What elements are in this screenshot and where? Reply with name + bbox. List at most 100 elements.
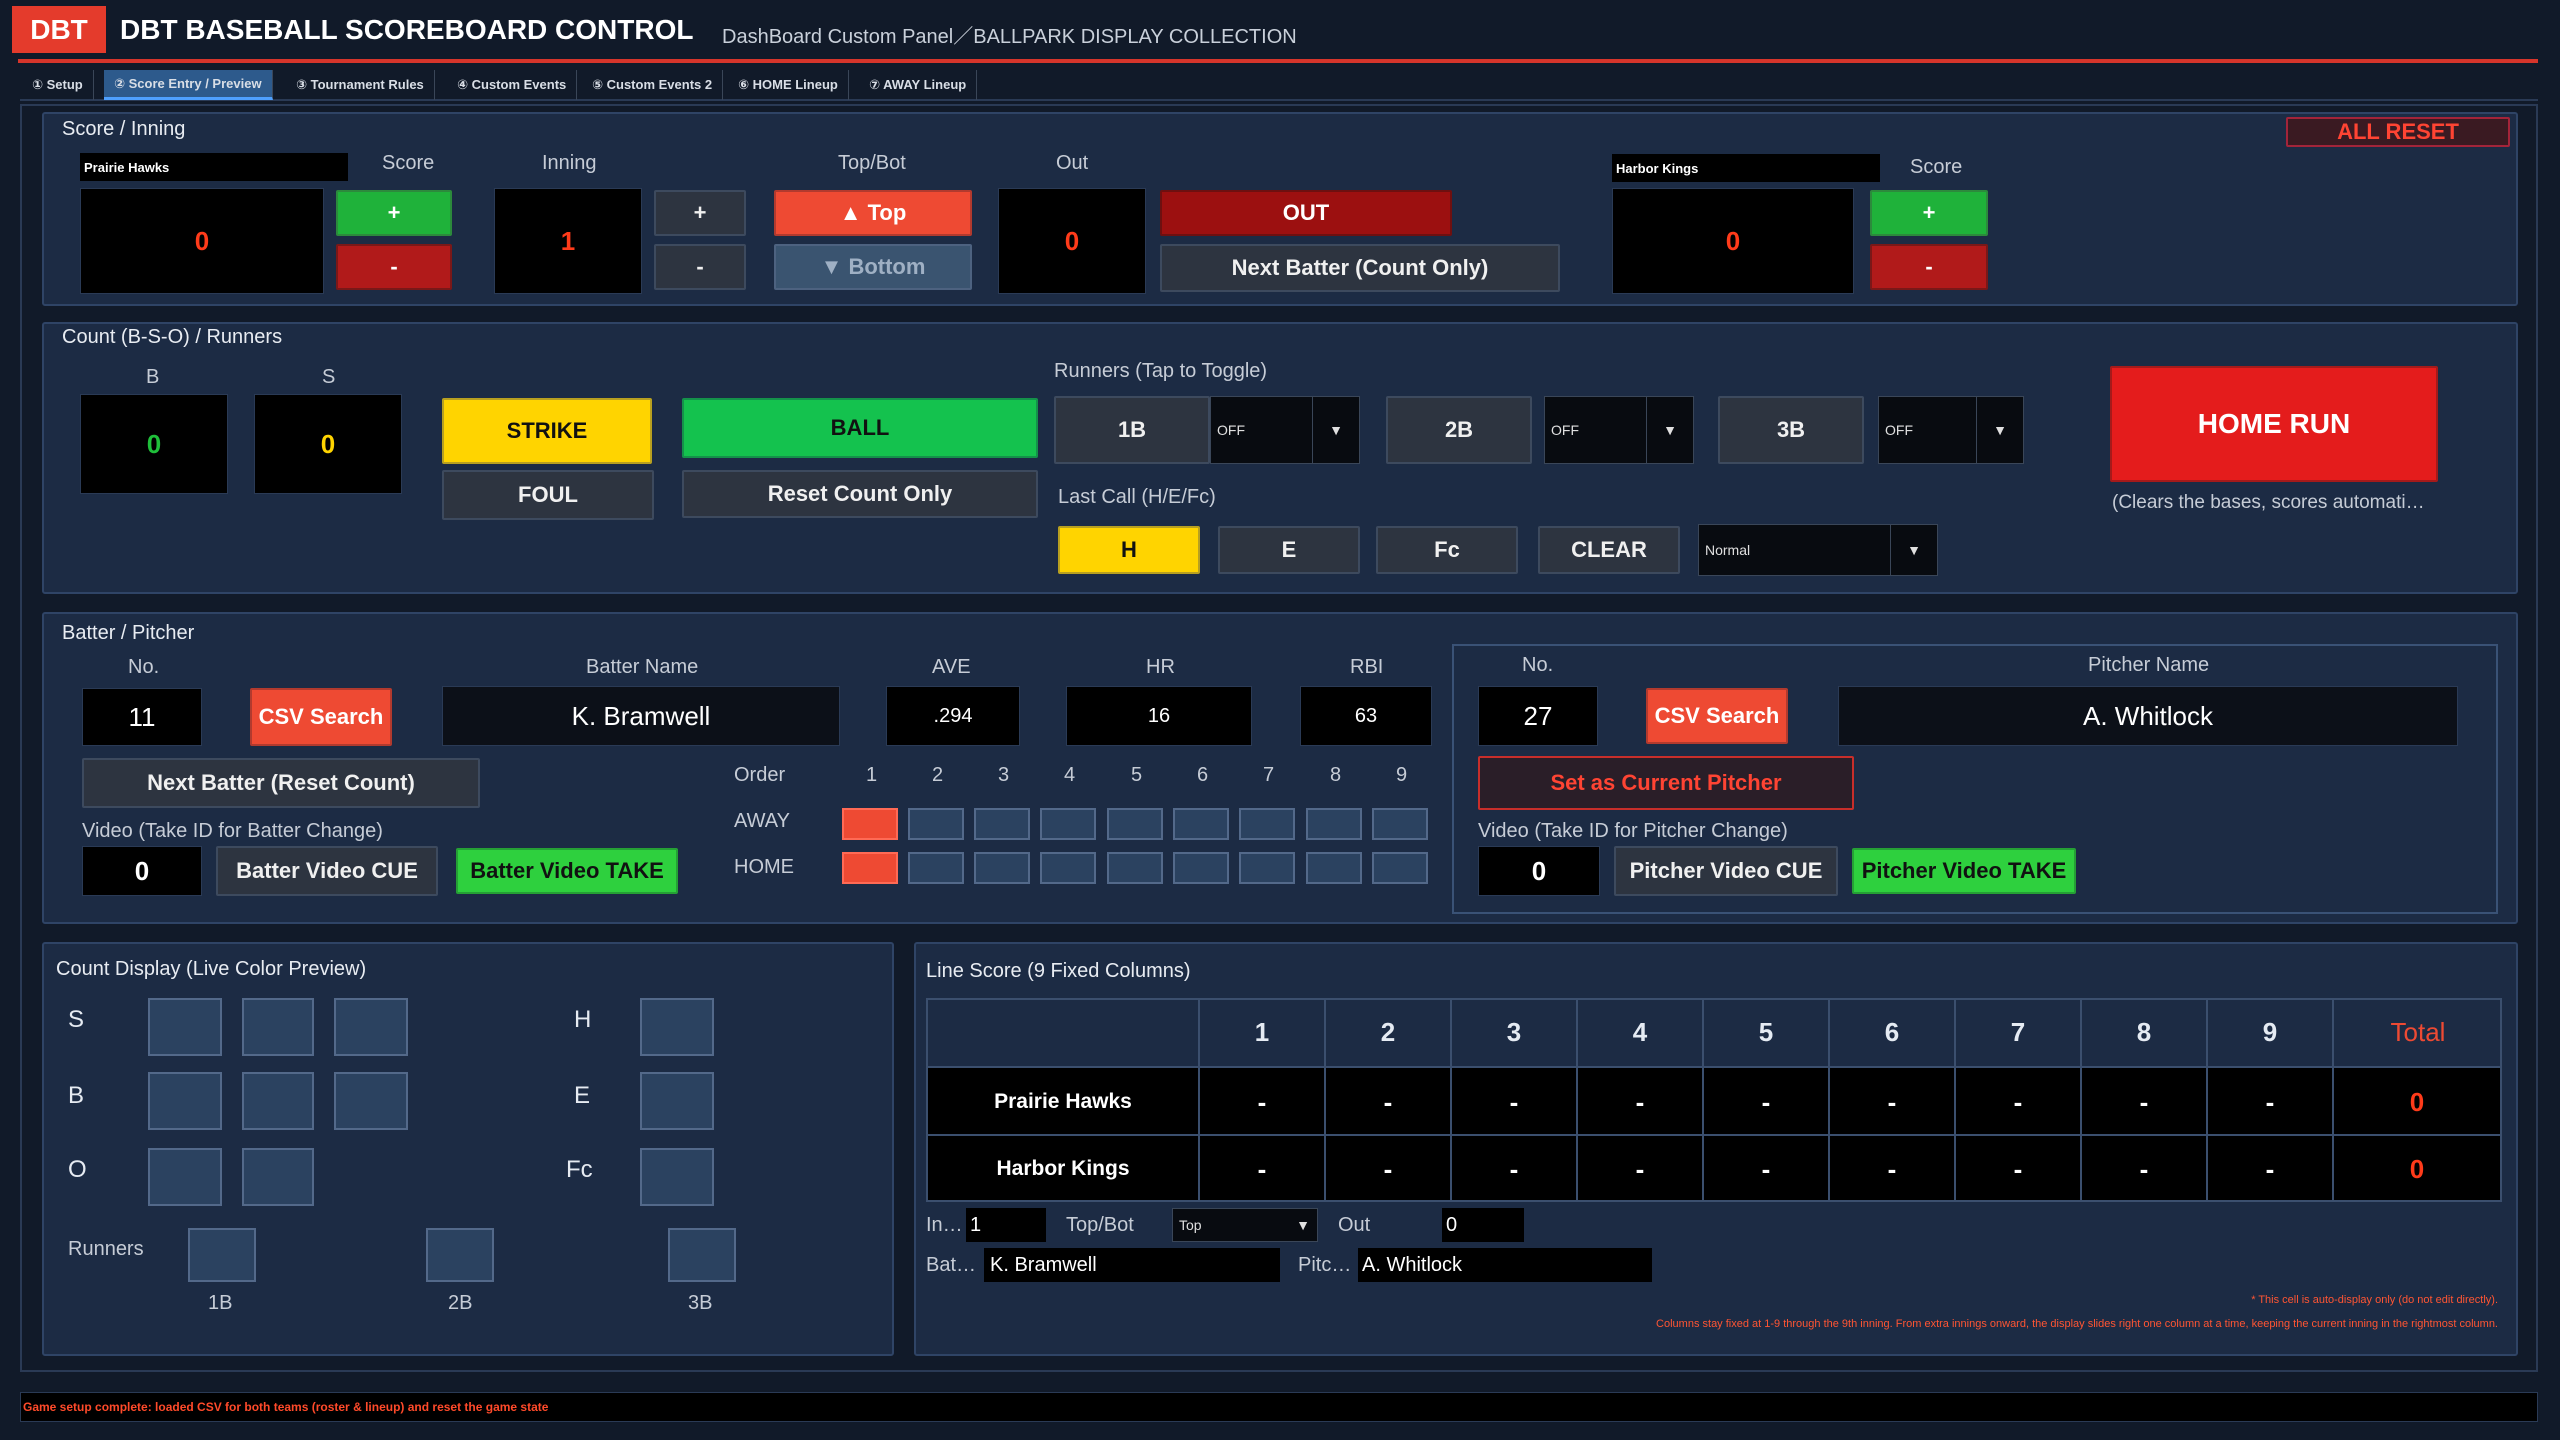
ls-pitcher-value: A. Whitlock <box>1358 1248 1652 1282</box>
away-order-slot[interactable] <box>1372 808 1428 840</box>
batter-video-cue-button[interactable]: Batter Video CUE <box>216 846 438 896</box>
runner-3b-select[interactable]: OFF ▼ <box>1878 396 2024 464</box>
ls-corner <box>926 998 1200 1068</box>
ls-team-name: Prairie Hawks <box>928 1068 1200 1136</box>
clear-button[interactable]: CLEAR <box>1538 526 1680 574</box>
batter-hr[interactable]: 16 <box>1066 686 1252 746</box>
strike-button[interactable]: STRIKE <box>442 398 652 464</box>
last-call-fc-button[interactable]: Fc <box>1376 526 1518 574</box>
home-order-slot[interactable] <box>1173 852 1229 884</box>
home-order-slot[interactable] <box>1239 852 1295 884</box>
tab-setup[interactable]: ① Setup <box>22 70 94 100</box>
away-order-slot[interactable] <box>974 808 1030 840</box>
runner-2b-button[interactable]: 2B <box>1386 396 1532 464</box>
batter-name-field[interactable]: K. Bramwell <box>442 686 840 746</box>
away-score-minus-button[interactable]: - <box>336 244 452 290</box>
ls-inning-header: 7 <box>1956 998 2082 1068</box>
last-call-h-button[interactable]: H <box>1058 526 1200 574</box>
tab-custom-events-2[interactable]: ⑤ Custom Events 2 <box>582 70 724 100</box>
strike-lamp <box>148 998 222 1056</box>
ls-run-cell: - <box>1578 1068 1704 1136</box>
runner-1b-select[interactable]: OFF ▼ <box>1210 396 1360 464</box>
ls-run-cell: - <box>2082 1068 2208 1136</box>
ls-run-cell: - <box>1704 1068 1830 1136</box>
batter-ave[interactable]: .294 <box>886 686 1020 746</box>
home-order-slot[interactable] <box>1107 852 1163 884</box>
next-batter-reset-button[interactable]: Next Batter (Reset Count) <box>82 758 480 808</box>
runner-1b-button[interactable]: 1B <box>1054 396 1210 464</box>
pitcher-name-field[interactable]: A. Whitlock <box>1838 686 2458 746</box>
order-number: 8 <box>1330 764 1342 786</box>
tab-score-entry[interactable]: ② Score Entry / Preview <box>104 70 273 100</box>
count-display-title: Count Display (Live Color Preview) <box>56 958 367 980</box>
inning-plus-button[interactable]: + <box>654 190 746 236</box>
tab-away-lineup[interactable]: ⑦ AWAY Lineup <box>859 70 978 100</box>
tab-home-lineup[interactable]: ⑥ HOME Lineup <box>728 70 849 100</box>
batter-hr-label: HR <box>1146 656 1175 678</box>
away-order-slot[interactable] <box>1040 808 1096 840</box>
away-order-slot[interactable] <box>1306 808 1362 840</box>
ball-button[interactable]: BALL <box>682 398 1038 458</box>
pitcher-number[interactable]: 27 <box>1478 686 1598 746</box>
cd-e-label: E <box>574 1082 591 1109</box>
batter-no-label: No. <box>128 656 160 678</box>
foul-button[interactable]: FOUL <box>442 470 654 520</box>
cd-s-label: S <box>68 1006 85 1033</box>
home-score-plus-button[interactable]: + <box>1870 190 1988 236</box>
tab-custom-events[interactable]: ④ Custom Events <box>447 70 578 100</box>
home-order-slot[interactable] <box>974 852 1030 884</box>
batter-video-label: Video (Take ID for Batter Change) <box>82 820 383 842</box>
pitcher-video-cue-button[interactable]: Pitcher Video CUE <box>1614 846 1838 896</box>
batter-csv-search-button[interactable]: CSV Search <box>250 688 392 746</box>
next-batter-count-only-button[interactable]: Next Batter (Count Only) <box>1160 244 1560 292</box>
home-order-slot[interactable] <box>842 852 898 884</box>
away-order-slot[interactable] <box>842 808 898 840</box>
home-order-slot[interactable] <box>1040 852 1096 884</box>
pitcher-video-id[interactable]: 0 <box>1478 846 1600 896</box>
ls-run-cell: - <box>1956 1136 2082 1202</box>
ls-batter-value: K. Bramwell <box>984 1248 1280 1282</box>
away-order-slot[interactable] <box>1173 808 1229 840</box>
chevron-down-icon: ▼ <box>1890 525 1937 575</box>
cd-b-label: B <box>68 1082 85 1109</box>
app-subtitle: DashBoard Custom Panel／BALLPARK DISPLAY … <box>722 26 1297 48</box>
batter-rbi[interactable]: 63 <box>1300 686 1432 746</box>
set-current-pitcher-button[interactable]: Set as Current Pitcher <box>1478 756 1854 810</box>
ls-topbot-select[interactable]: Top ▼ <box>1172 1208 1318 1242</box>
ls-inning-header: 3 <box>1452 998 1578 1068</box>
home-order-slot[interactable] <box>908 852 964 884</box>
order-number: 7 <box>1263 764 1275 786</box>
pitcher-video-take-button[interactable]: Pitcher Video TAKE <box>1852 848 2076 894</box>
tab-tournament-rules[interactable]: ③ Tournament Rules <box>286 70 435 100</box>
bottom-button[interactable]: ▼ Bottom <box>774 244 972 290</box>
away-order-slot[interactable] <box>1107 808 1163 840</box>
pitcher-csv-search-button[interactable]: CSV Search <box>1646 688 1788 744</box>
out-button[interactable]: OUT <box>1160 190 1452 236</box>
runner-3b-button[interactable]: 3B <box>1718 396 1864 464</box>
home-order-slot[interactable] <box>1306 852 1362 884</box>
home-score-minus-button[interactable]: - <box>1870 244 1988 290</box>
home-order-slot[interactable] <box>1372 852 1428 884</box>
inning-minus-button[interactable]: - <box>654 244 746 290</box>
last-call-e-button[interactable]: E <box>1218 526 1360 574</box>
batter-video-id[interactable]: 0 <box>82 846 202 896</box>
ls-run-cell: - <box>2082 1136 2208 1202</box>
reset-count-button[interactable]: Reset Count Only <box>682 470 1038 518</box>
pitcher-no-label: No. <box>1522 654 1554 676</box>
ls-inning-header: 9 <box>2208 998 2334 1068</box>
order-number: 6 <box>1197 764 1209 786</box>
out-lamp <box>242 1148 314 1206</box>
mode-select[interactable]: Normal ▼ <box>1698 524 1938 576</box>
ls-run-cell: - <box>1200 1136 1326 1202</box>
batter-video-take-button[interactable]: Batter Video TAKE <box>456 848 678 894</box>
away-score-plus-button[interactable]: + <box>336 190 452 236</box>
cd-h-label: H <box>574 1006 592 1033</box>
away-order-slot[interactable] <box>1239 808 1295 840</box>
runner-2b-select[interactable]: OFF ▼ <box>1544 396 1694 464</box>
away-order-slot[interactable] <box>908 808 964 840</box>
home-run-button[interactable]: HOME RUN <box>2110 366 2438 482</box>
all-reset-button[interactable]: ALL RESET <box>2286 117 2510 147</box>
batter-number[interactable]: 11 <box>82 688 202 746</box>
cd-runners-label: Runners <box>68 1238 144 1260</box>
top-button[interactable]: ▲ Top <box>774 190 972 236</box>
